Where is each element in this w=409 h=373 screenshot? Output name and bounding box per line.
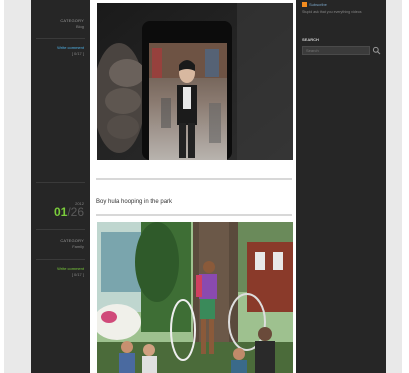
category-label: CATEGORY: [60, 238, 84, 243]
search-icon[interactable]: [372, 46, 381, 55]
write-comment-link[interactable]: Write comment: [57, 45, 84, 50]
comment-count: [ 0/17 ]: [71, 51, 84, 56]
post-separator: [96, 178, 292, 180]
divider: [36, 182, 85, 183]
rss-label[interactable]: Subscribe: [309, 2, 327, 7]
rss-description: Stupid ask that you everything videos: [302, 10, 362, 14]
title-rule: [96, 214, 292, 216]
rss-subscribe[interactable]: Subscribe: [302, 2, 327, 8]
divider: [36, 38, 85, 39]
post-meta-column: CATEGORY Blog Write comment [ 0/17 ] 201…: [31, 0, 90, 373]
right-sidebar: [296, 0, 386, 373]
date-total: /26: [67, 205, 84, 219]
post-date: 01/26: [54, 205, 84, 219]
category-label: CATEGORY: [60, 18, 84, 23]
write-comment-link[interactable]: Write comment: [57, 266, 84, 271]
post-title[interactable]: Boy hula hooping in the park: [96, 199, 172, 205]
search-box[interactable]: [302, 46, 370, 55]
divider: [36, 229, 85, 230]
search-input[interactable]: [303, 47, 369, 54]
category-value[interactable]: Family: [72, 244, 84, 249]
date-day: 01: [53, 205, 68, 219]
category-value[interactable]: Blog: [76, 24, 84, 29]
post-photo-hula-hoop[interactable]: [97, 222, 293, 373]
photo-image: [97, 3, 293, 160]
rss-icon: [302, 2, 307, 8]
photo-image: [97, 222, 293, 373]
comment-count: [ 0/17 ]: [71, 272, 84, 277]
search-heading: SEARCH: [302, 37, 319, 42]
divider: [36, 259, 85, 260]
post-photo-phone[interactable]: [97, 3, 293, 160]
